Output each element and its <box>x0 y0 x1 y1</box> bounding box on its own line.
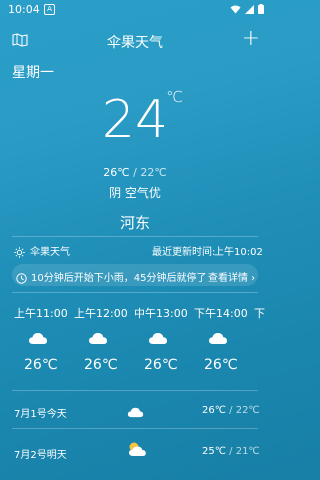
notice-text: 10分钟后开始下小雨，45分钟后就停了 <box>31 273 207 284</box>
partly-cloudy-icon <box>127 441 147 461</box>
hour-time: 下 <box>254 307 265 320</box>
range-separator: / <box>225 446 236 457</box>
low-temperature: 22℃ <box>140 166 167 179</box>
hour-time: 下午14:00 <box>194 307 248 320</box>
range-separator: / <box>129 166 141 179</box>
divider <box>12 390 258 391</box>
day-high-temperature: 25℃ <box>202 446 226 457</box>
weather-condition: 阴 空气优 <box>109 186 161 200</box>
sun-icon <box>14 243 25 262</box>
hour-temperature: 26℃ <box>24 357 58 373</box>
divider <box>12 236 258 237</box>
temperature-range: 26℃ / 22℃ <box>0 166 270 179</box>
day-label: 7月2号明天 <box>14 450 67 461</box>
weekday-label: 星期一 <box>12 65 54 81</box>
day-temperature-range: 26℃ / 22℃ <box>202 405 260 416</box>
cloud-icon <box>208 330 228 349</box>
add-city-button[interactable]: + <box>242 27 260 51</box>
update-time: 上午10:02 <box>214 247 263 258</box>
temperature-unit: ℃ <box>166 88 183 106</box>
divider <box>12 292 258 293</box>
signal-icon <box>245 4 254 14</box>
hour-temperature: 26℃ <box>204 357 238 373</box>
cloud-icon <box>28 330 48 349</box>
status-time: 10:04 <box>8 3 40 16</box>
hour-time: 中午13:00 <box>134 307 188 320</box>
clock-icon <box>16 269 27 288</box>
status-icons <box>230 4 264 14</box>
day-low-temperature: 21℃ <box>235 446 260 457</box>
day-label: 7月1号今天 <box>14 409 67 420</box>
location-name[interactable]: 河东 <box>0 212 270 233</box>
day-high-temperature: 26℃ <box>202 405 226 416</box>
high-temperature: 26℃ <box>103 166 130 179</box>
day-temperature-range: 25℃ / 21℃ <box>202 446 260 457</box>
hour-temperature: 26℃ <box>144 357 178 373</box>
update-label: 最近更新时间: <box>152 247 216 258</box>
hour-time: 上午11:00 <box>14 307 68 320</box>
day-low-temperature: 22℃ <box>235 405 260 416</box>
cloud-icon <box>148 330 168 349</box>
divider <box>12 428 258 429</box>
cloud-icon <box>88 330 108 349</box>
notification-icon: A <box>44 4 55 15</box>
cloud-icon <box>127 403 144 422</box>
range-separator: / <box>225 405 236 416</box>
view-details-link[interactable]: 查看详情 › <box>208 269 255 284</box>
source-name: 伞果天气 <box>30 247 70 258</box>
battery-icon <box>258 4 264 14</box>
hour-temperature: 26℃ <box>84 357 118 373</box>
current-temperature: 24 <box>101 90 169 150</box>
wifi-icon <box>230 5 241 13</box>
hour-time: 上午12:00 <box>74 307 128 320</box>
app-title: 伞果天气 <box>107 35 163 51</box>
